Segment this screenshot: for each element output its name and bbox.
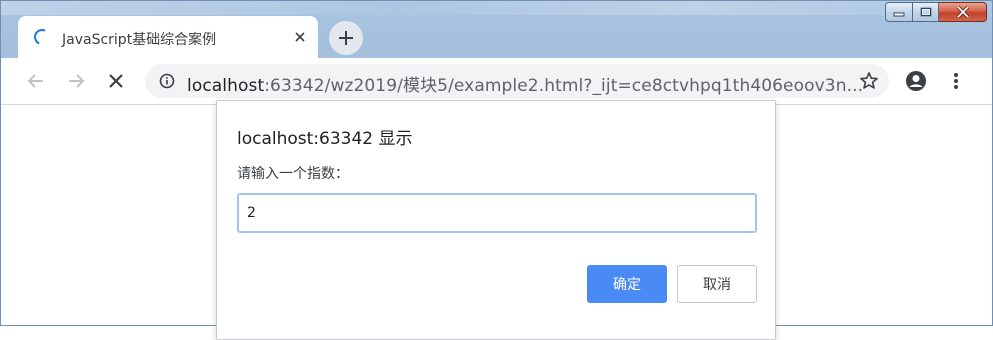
url-text: localhost:63342/wz2019/模块5/example2.html… (187, 76, 864, 96)
kebab-menu-icon (954, 73, 958, 89)
back-button[interactable] (25, 70, 47, 92)
menu-button[interactable] (945, 70, 967, 92)
dialog-message: 请输入一个指数： (237, 166, 349, 182)
dialog-title: localhost:63342 显示 (237, 129, 413, 149)
stop-loading-button[interactable] (105, 70, 127, 92)
ok-button[interactable]: 确定 (587, 265, 667, 303)
loading-spinner-icon (31, 26, 53, 48)
prompt-input[interactable] (237, 193, 757, 233)
forward-button[interactable] (65, 70, 87, 92)
prompt-dialog: localhost:63342 显示 请输入一个指数： 确定 取消 (216, 100, 776, 340)
maximize-button[interactable] (913, 2, 939, 22)
minimize-button[interactable] (885, 2, 913, 22)
back-arrow-icon (27, 74, 43, 88)
window-caption-buttons (885, 2, 987, 24)
tab-close-icon[interactable] (292, 29, 308, 45)
tab-title: JavaScript基础综合案例 (62, 32, 217, 48)
plus-icon (339, 31, 353, 45)
forward-arrow-icon (69, 74, 85, 88)
stop-x-icon (109, 74, 123, 88)
account-circle-icon (906, 71, 926, 91)
window-close-button[interactable] (939, 2, 987, 22)
cancel-button[interactable]: 取消 (677, 265, 757, 303)
new-tab-button[interactable] (329, 21, 363, 55)
close-icon (956, 6, 969, 18)
address-bar[interactable]: localhost:63342/wz2019/模块5/example2.html… (145, 64, 889, 98)
maximize-icon (920, 7, 931, 17)
browser-toolbar: localhost:63342/wz2019/模块5/example2.html… (1, 58, 992, 105)
browser-tab[interactable]: JavaScript基础综合案例 (18, 16, 318, 60)
minimize-icon (893, 12, 905, 17)
profile-button[interactable] (905, 70, 927, 92)
bookmark-star-icon[interactable] (859, 71, 879, 91)
info-icon[interactable] (159, 73, 175, 89)
